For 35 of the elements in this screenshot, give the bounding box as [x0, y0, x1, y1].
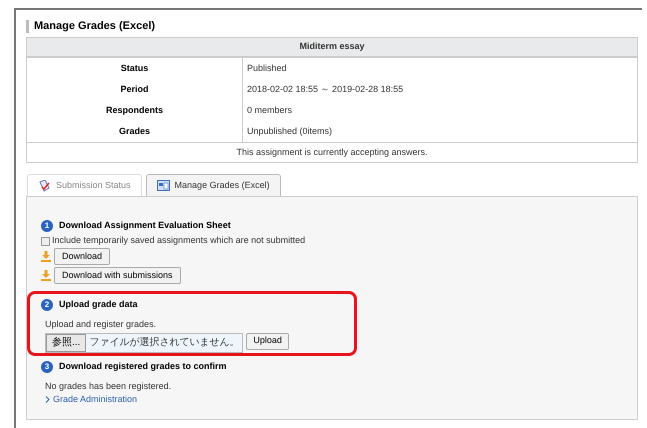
tab[interactable]: Manage Grades (Excel) — [146, 174, 281, 196]
grid-icon — [156, 180, 170, 191]
step-text: No grades has been registered. — [44, 380, 172, 393]
row-label: Status — [120, 62, 150, 75]
row-value: Unpublished (0items) — [242, 121, 332, 142]
step-number: 3 — [41, 360, 53, 372]
page-title: Manage Grades (Excel) — [34, 18, 156, 34]
step-text: Upload and register grades. — [44, 318, 158, 331]
assignment-note: This assignment is currently accepting answers. — [27, 142, 637, 162]
browse-button[interactable]: 参照... — [46, 334, 86, 352]
table-header: Miditerm essay — [27, 38, 637, 58]
step-number: 1 — [41, 220, 53, 232]
step-title: Upload grade data — [59, 298, 138, 312]
file-field[interactable]: 参照... ファイルが選択されていません。 — [45, 332, 244, 352]
checkbox[interactable] — [41, 236, 50, 246]
row-value: 2018-02-02 18:55 ～ 2019-02-28 18:55 — [242, 79, 404, 100]
download-icon — [41, 270, 51, 281]
chevron-icon — [45, 396, 50, 404]
row-value: 0 members — [242, 100, 292, 121]
row-label: Grades — [118, 124, 152, 138]
step-title: Download registered grades to confirm — [59, 360, 227, 373]
tab[interactable]: Submission Status — [27, 174, 142, 196]
step-number: 2 — [41, 299, 53, 311]
row-value: Published — [242, 58, 287, 79]
file-status: ファイルが選択されていません。 — [88, 336, 240, 350]
grade-administration-link[interactable]: Grade Administration — [41, 393, 631, 406]
row-label: Period — [119, 82, 150, 96]
upload-button[interactable]: Upload — [246, 332, 289, 350]
checklist-icon — [38, 180, 51, 192]
row-label: Respondents — [104, 104, 164, 117]
checkbox-label: Include temporarily saved assignments which are not submitted — [52, 234, 306, 248]
download-icon — [41, 251, 51, 262]
step-title: Download Assignment Evaluation Sheet — [59, 219, 231, 232]
download-button[interactable]: Download with submissions — [54, 267, 181, 284]
download-button[interactable]: Download — [54, 248, 110, 265]
